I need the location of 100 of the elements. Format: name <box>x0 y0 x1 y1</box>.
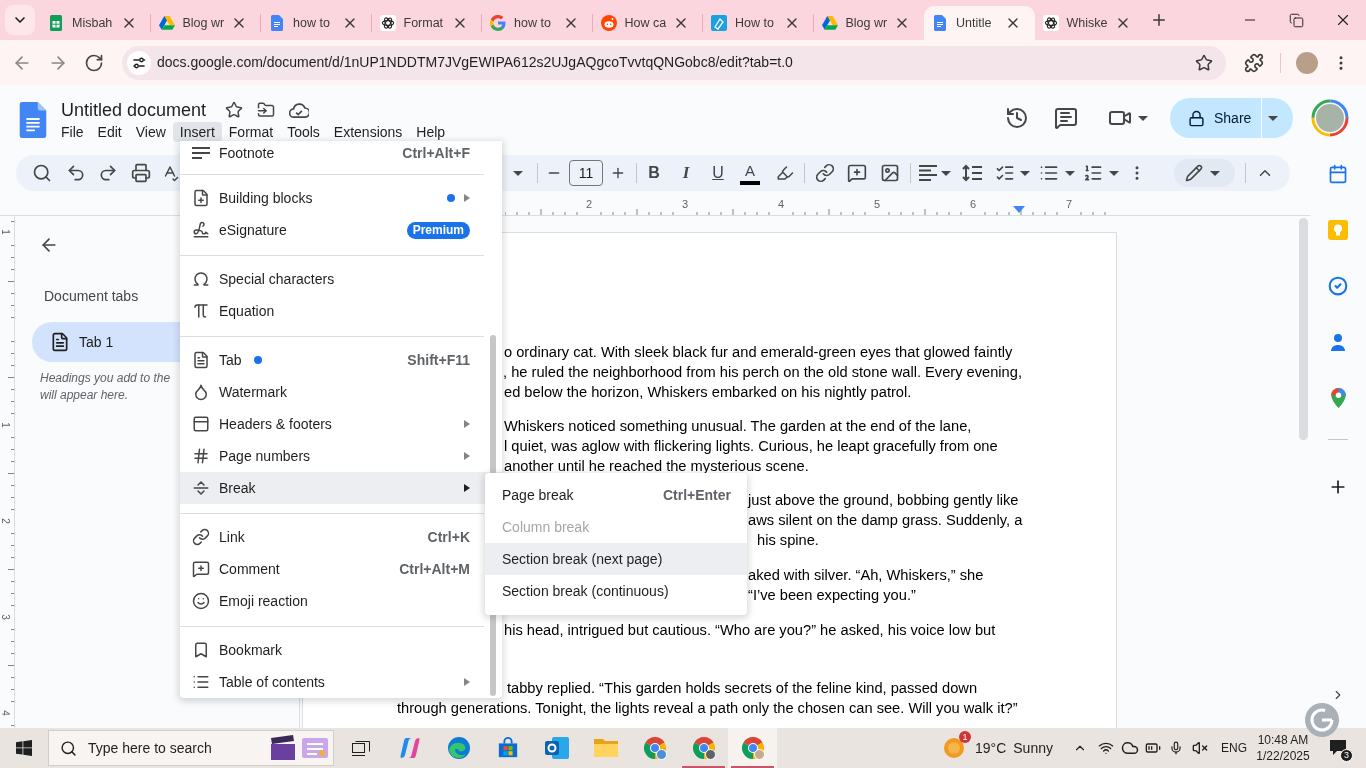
browser-tab[interactable]: Format <box>371 6 482 40</box>
caret-icon[interactable] <box>513 170 523 176</box>
caret-icon[interactable] <box>1210 170 1220 176</box>
menu-item[interactable]: eSignature Premium <box>180 214 502 246</box>
face-logo-icon <box>600 15 617 31</box>
browser-tab[interactable]: Blog wr <box>150 6 261 40</box>
cloud-icon[interactable] <box>1121 739 1139 757</box>
notification-icon[interactable] <box>1329 739 1347 757</box>
search-box[interactable]: Type here to search <box>48 730 334 766</box>
browser-tab[interactable]: how to <box>261 6 372 40</box>
address-bar[interactable]: docs.google.com/document/d/1nUP1NDDTM7JVgEWIPA612s2UJgAQgcoTvvtqQNGobc8/edit?tab=t.0 <box>122 45 1226 80</box>
italic-button[interactable]: I <box>679 163 693 183</box>
print-icon[interactable] <box>131 163 151 183</box>
reload-icon[interactable] <box>84 52 104 73</box>
document-logo-icon[interactable] <box>19 102 47 138</box>
shopping-bag-icon <box>496 737 519 759</box>
calendar-icon[interactable] <box>1328 164 1348 184</box>
menu-bar-item[interactable]: Extensions <box>326 122 410 142</box>
caret-icon[interactable] <box>1138 115 1148 121</box>
search-icon[interactable] <box>32 163 52 183</box>
search-input[interactable]: Type here to search <box>88 737 238 759</box>
menu-bar-item[interactable]: Format <box>221 122 281 142</box>
menu-item[interactable]: Break <box>180 472 502 504</box>
undo-icon[interactable] <box>66 163 86 183</box>
menu-item[interactable]: Equation <box>180 295 502 327</box>
menu-bar-item[interactable]: View <box>128 122 173 142</box>
menu-bar-item[interactable]: Insert <box>172 122 222 142</box>
numbered-list-icon[interactable] <box>1083 163 1103 183</box>
menu-item[interactable]: Special characters <box>180 263 502 295</box>
clock[interactable]: 10:48 AM 1/22/2025 <box>1254 732 1312 764</box>
browser-tab[interactable]: how to <box>482 6 593 40</box>
bold-button[interactable]: B <box>647 163 661 183</box>
comment-icon[interactable] <box>1054 106 1078 130</box>
muted-speaker-icon[interactable] <box>1192 740 1208 756</box>
menu-bar-item[interactable]: Tools <box>280 122 327 142</box>
bulleted-list-icon[interactable] <box>1039 163 1059 183</box>
line-spacing-icon[interactable] <box>962 164 982 182</box>
caret-icon[interactable] <box>1020 170 1030 176</box>
browser-tab[interactable]: How ca <box>592 6 703 40</box>
menu-bar-item[interactable]: File <box>54 122 91 142</box>
microphone-icon[interactable] <box>1169 741 1183 755</box>
caret-icon[interactable] <box>1109 170 1119 176</box>
increase-font-size-icon[interactable] <box>610 165 626 181</box>
menu-item[interactable]: Bookmark <box>180 634 502 666</box>
battery-icon[interactable] <box>1145 740 1161 756</box>
task-view-icon[interactable] <box>351 740 370 756</box>
caret-icon[interactable] <box>941 170 951 176</box>
menu-item[interactable]: Footnote Ctrl+Alt+F <box>180 141 502 165</box>
caret-icon[interactable] <box>1268 115 1278 121</box>
editing-mode-button[interactable] <box>1174 159 1235 187</box>
browser-tab[interactable]: How to <box>703 6 814 40</box>
scrollbar-thumb[interactable] <box>1298 218 1308 440</box>
caret-icon[interactable] <box>1065 170 1075 176</box>
sun-icon[interactable] <box>943 737 965 759</box>
history-icon[interactable] <box>1005 106 1029 130</box>
align-left-icon[interactable] <box>919 165 937 181</box>
document-title[interactable]: Untitled document <box>61 98 207 122</box>
menu-item[interactable]: Page numbers <box>180 440 502 472</box>
site-info-icon[interactable] <box>127 50 151 75</box>
browser-tab[interactable]: Blog wr <box>813 6 924 40</box>
menu-item[interactable]: Building blocks <box>180 182 502 214</box>
taskbar-app-button[interactable] <box>728 728 777 768</box>
underline-button[interactable]: U <box>711 163 725 183</box>
menu-item[interactable]: Watermark <box>180 376 502 408</box>
start-icon[interactable] <box>16 740 32 756</box>
browser-tab[interactable]: Whiske <box>1034 6 1145 40</box>
add-comment-icon[interactable] <box>847 163 867 183</box>
indent-marker[interactable] <box>1013 206 1025 213</box>
menu-item[interactable]: Table of contents <box>180 666 502 698</box>
highlighter-icon[interactable] <box>776 164 794 182</box>
tab-list-button[interactable] <box>5 5 35 35</box>
person-icon[interactable] <box>1328 332 1348 352</box>
star-icon[interactable] <box>225 101 244 119</box>
link-icon[interactable] <box>815 163 835 183</box>
browser-tab[interactable]: Untitle <box>924 6 1035 40</box>
menu-bar-item[interactable]: Help <box>409 122 453 142</box>
share-button[interactable]: Share <box>1170 98 1261 138</box>
menu-bar-item[interactable]: Edit <box>90 122 129 142</box>
submenu-item[interactable]: Section break (next page) <box>485 543 747 575</box>
menu-item[interactable]: Headers & footers <box>180 408 502 440</box>
restore-icon[interactable] <box>1288 12 1304 28</box>
text-color-button[interactable]: A <box>740 161 760 185</box>
menu-item[interactable]: Tab Shift+F11 <box>180 344 502 376</box>
language-indicator[interactable]: ENG <box>1221 739 1247 757</box>
submenu-item[interactable]: Section break (continuous) <box>485 575 747 607</box>
extensions-icon[interactable] <box>1244 52 1264 73</box>
profile-avatar[interactable] <box>1311 99 1349 137</box>
font-size-field[interactable]: 11 <box>569 160 603 186</box>
browser-tab[interactable]: Misbah <box>40 6 151 40</box>
map-pin-icon[interactable] <box>1330 388 1346 408</box>
move-folder-icon[interactable] <box>257 101 276 119</box>
redo-icon[interactable] <box>98 163 118 183</box>
image-icon[interactable] <box>880 163 900 183</box>
document-tab[interactable]: Tab 1 <box>32 322 180 362</box>
new-tab-icon[interactable] <box>1150 11 1168 29</box>
cloud-check-icon[interactable] <box>289 102 310 118</box>
check-circle-icon[interactable] <box>1328 276 1348 296</box>
checklist-icon[interactable] <box>995 163 1015 183</box>
wifi-icon[interactable] <box>1098 740 1114 756</box>
bookmark-star-icon[interactable] <box>1195 53 1213 72</box>
